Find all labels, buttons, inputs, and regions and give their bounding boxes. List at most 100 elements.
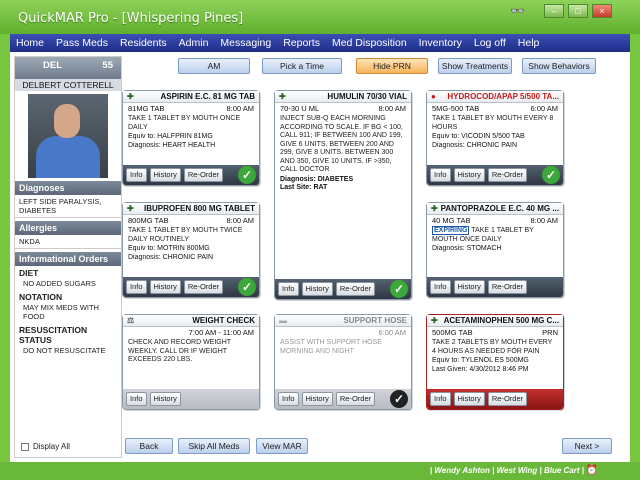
hide-prn-button[interactable]: Hide PRN xyxy=(356,58,428,74)
history-button[interactable]: History xyxy=(453,168,485,182)
pill-icon: ✚ xyxy=(127,92,134,101)
card-dose: 800MG TAB xyxy=(128,216,169,225)
back-button[interactable]: Back xyxy=(125,438,173,454)
view-mar-button[interactable]: View MAR xyxy=(256,438,308,454)
card-instructions: INJECT SUB-Q EACH MORNING ACCORDING TO S… xyxy=(280,115,403,173)
med-card-acetaminophen[interactable]: ✚ ACETAMINOPHEN 500 MG C... 500MG TAB PRN … xyxy=(426,314,564,410)
hose-icon: ▬ xyxy=(279,316,287,325)
info-button[interactable]: Info xyxy=(278,392,299,406)
app-window: QuickMAR Pro - [Whispering Pines] 👓 – □ … xyxy=(0,0,640,480)
alarm-icon[interactable]: ⏰ xyxy=(586,465,598,476)
card-equiv: Equiv to: MOTRIN 800MG xyxy=(128,245,210,252)
card-instructions: CHECK AND RECORD WEIGHT WEEKLY. CALL DR … xyxy=(128,339,231,363)
med-card-ibuprofen[interactable]: ✚ IBUPROFEN 800 MG TABLET 800MG TAB 8:00 A… xyxy=(122,202,260,298)
treatment-card-support-hose[interactable]: ▬ SUPPORT HOSE 6:00 AM ASSIST WITH SUPPOR… xyxy=(274,314,412,410)
history-button[interactable]: History xyxy=(149,280,181,294)
med-card-pantoprazole[interactable]: ✚ PANTOPRAZOLE E.C. 40 MG ... 40 MG TAB 8:… xyxy=(426,202,564,298)
menu-help[interactable]: Help xyxy=(512,37,546,49)
reorder-button[interactable]: Re-Order xyxy=(335,392,376,406)
maximize-button[interactable]: □ xyxy=(568,4,588,18)
menu-med-disposition[interactable]: Med Disposition xyxy=(326,37,413,49)
patient-sidebar: DEL 55 DELBERT COTTERELL Diagnoses LEFT S… xyxy=(14,56,122,458)
status-bar: | Wendy Ashton | West Wing | Blue Cart |… xyxy=(0,462,640,480)
expiring-badge: EXPIRING xyxy=(432,226,470,235)
title-bar: QuickMAR Pro - [Whispering Pines] 👓 – □ … xyxy=(0,0,640,34)
diet-label: DIET xyxy=(19,268,39,278)
card-dose: 70-30 U ML xyxy=(280,104,320,113)
card-time: 6:00 AM xyxy=(378,328,406,337)
pill-icon: ✚ xyxy=(279,92,286,101)
reorder-button[interactable]: Re-Order xyxy=(487,392,528,406)
info-button[interactable]: Info xyxy=(430,168,451,182)
pick-time-select[interactable]: Pick a Time xyxy=(262,58,342,74)
show-treatments-button[interactable]: Show Treatments xyxy=(438,58,512,74)
history-button[interactable]: History xyxy=(453,392,485,406)
card-title: HUMULIN 70/30 VIAL xyxy=(327,92,407,101)
card-title: IBUPROFEN 800 MG TABLET xyxy=(144,204,255,213)
card-last-given: Last Given: 4/30/2012 8:46 PM xyxy=(432,365,529,373)
pill-icon: ✚ xyxy=(431,316,438,325)
med-card-aspirin[interactable]: ✚ ASPIRIN E.C. 81 MG TAB 81MG TAB 8:00 AM … xyxy=(122,90,260,186)
toolbar: AM Pick a Time Hide PRN Show Treatments … xyxy=(130,58,630,78)
reorder-button[interactable]: Re-Order xyxy=(487,168,528,182)
card-dose: 40 MG TAB xyxy=(432,216,471,225)
history-button[interactable]: History xyxy=(301,392,333,406)
patient-code: DEL xyxy=(43,60,62,71)
check-icon[interactable]: ✓ xyxy=(238,278,256,296)
pill-icon: ✚ xyxy=(127,204,134,213)
patient-header: DEL 55 xyxy=(15,57,121,79)
reorder-button[interactable]: Re-Order xyxy=(487,280,528,294)
med-card-humulin[interactable]: ✚ HUMULIN 70/30 VIAL 70-30 U ML 8:00 AM IN… xyxy=(274,90,412,300)
menu-admin[interactable]: Admin xyxy=(173,37,215,49)
history-button[interactable]: History xyxy=(301,282,333,296)
patient-name: DELBERT COTTERELL xyxy=(15,79,121,91)
skip-all-meds-button[interactable]: Skip All Meds xyxy=(178,438,250,454)
next-button[interactable]: Next > xyxy=(562,438,612,454)
close-button[interactable]: × xyxy=(592,4,612,18)
info-button[interactable]: Info xyxy=(278,282,299,296)
card-instructions: ASSIST WITH SUPPORT HOSE MORNING AND NIG… xyxy=(280,339,382,355)
card-title: HYDROCOD/APAP 5/500 TA... xyxy=(447,92,559,101)
menu-home[interactable]: Home xyxy=(10,37,50,49)
allergies-label: Allergies xyxy=(15,221,121,235)
info-button[interactable]: Info xyxy=(126,168,147,182)
med-card-hydrocodone[interactable]: ● HYDROCOD/APAP 5/500 TA... 5MG-500 TAB 6:… xyxy=(426,90,564,186)
check-icon[interactable]: ✓ xyxy=(238,166,256,184)
reorder-button[interactable]: Re-Order xyxy=(183,168,224,182)
check-icon[interactable]: ✓ xyxy=(390,390,408,408)
card-title: PANTOPRAZOLE E.C. 40 MG ... xyxy=(440,204,559,213)
patient-room: 55 xyxy=(102,60,113,71)
info-button[interactable]: Info xyxy=(126,280,147,294)
card-title: SUPPORT HOSE xyxy=(343,316,407,325)
check-icon[interactable]: ✓ xyxy=(390,280,408,298)
glasses-icon[interactable]: 👓 xyxy=(510,4,525,18)
card-diagnosis: Diagnosis: DIABETES xyxy=(280,175,354,183)
info-button[interactable]: Info xyxy=(430,280,451,294)
card-time: 8:00 AM xyxy=(226,104,254,113)
menu-messaging[interactable]: Messaging xyxy=(214,37,277,49)
history-button[interactable]: History xyxy=(149,168,181,182)
reorder-button[interactable]: Re-Order xyxy=(335,282,376,296)
history-button[interactable]: History xyxy=(149,392,181,406)
card-equiv: Equiv to: VICODIN 5/500 TAB xyxy=(432,133,525,140)
minimize-button[interactable]: – xyxy=(544,4,564,18)
checkbox-icon[interactable] xyxy=(21,442,29,451)
check-icon[interactable]: ✓ xyxy=(542,166,560,184)
reorder-button[interactable]: Re-Order xyxy=(183,280,224,294)
menu-inventory[interactable]: Inventory xyxy=(413,37,468,49)
informational-orders-label: Informational Orders xyxy=(15,252,121,266)
info-button[interactable]: Info xyxy=(430,392,451,406)
show-behaviors-button[interactable]: Show Behaviors xyxy=(522,58,596,74)
period-select[interactable]: AM xyxy=(178,58,250,74)
menu-reports[interactable]: Reports xyxy=(277,37,326,49)
menu-log-off[interactable]: Log off xyxy=(468,37,512,49)
treatment-card-weight-check[interactable]: ⚖ WEIGHT CHECK 7:00 AM - 11:00 AM CHECK A… xyxy=(122,314,260,410)
menu-pass-meds[interactable]: Pass Meds xyxy=(50,37,114,49)
menu-residents[interactable]: Residents xyxy=(114,37,173,49)
card-dose: 500MG TAB xyxy=(432,328,473,337)
card-title: ASPIRIN E.C. 81 MG TAB xyxy=(160,92,255,101)
info-button[interactable]: Info xyxy=(126,392,147,406)
history-button[interactable]: History xyxy=(453,280,485,294)
card-title: ACETAMINOPHEN 500 MG C... xyxy=(443,316,559,325)
display-all-checkbox[interactable]: Display All xyxy=(21,442,70,451)
